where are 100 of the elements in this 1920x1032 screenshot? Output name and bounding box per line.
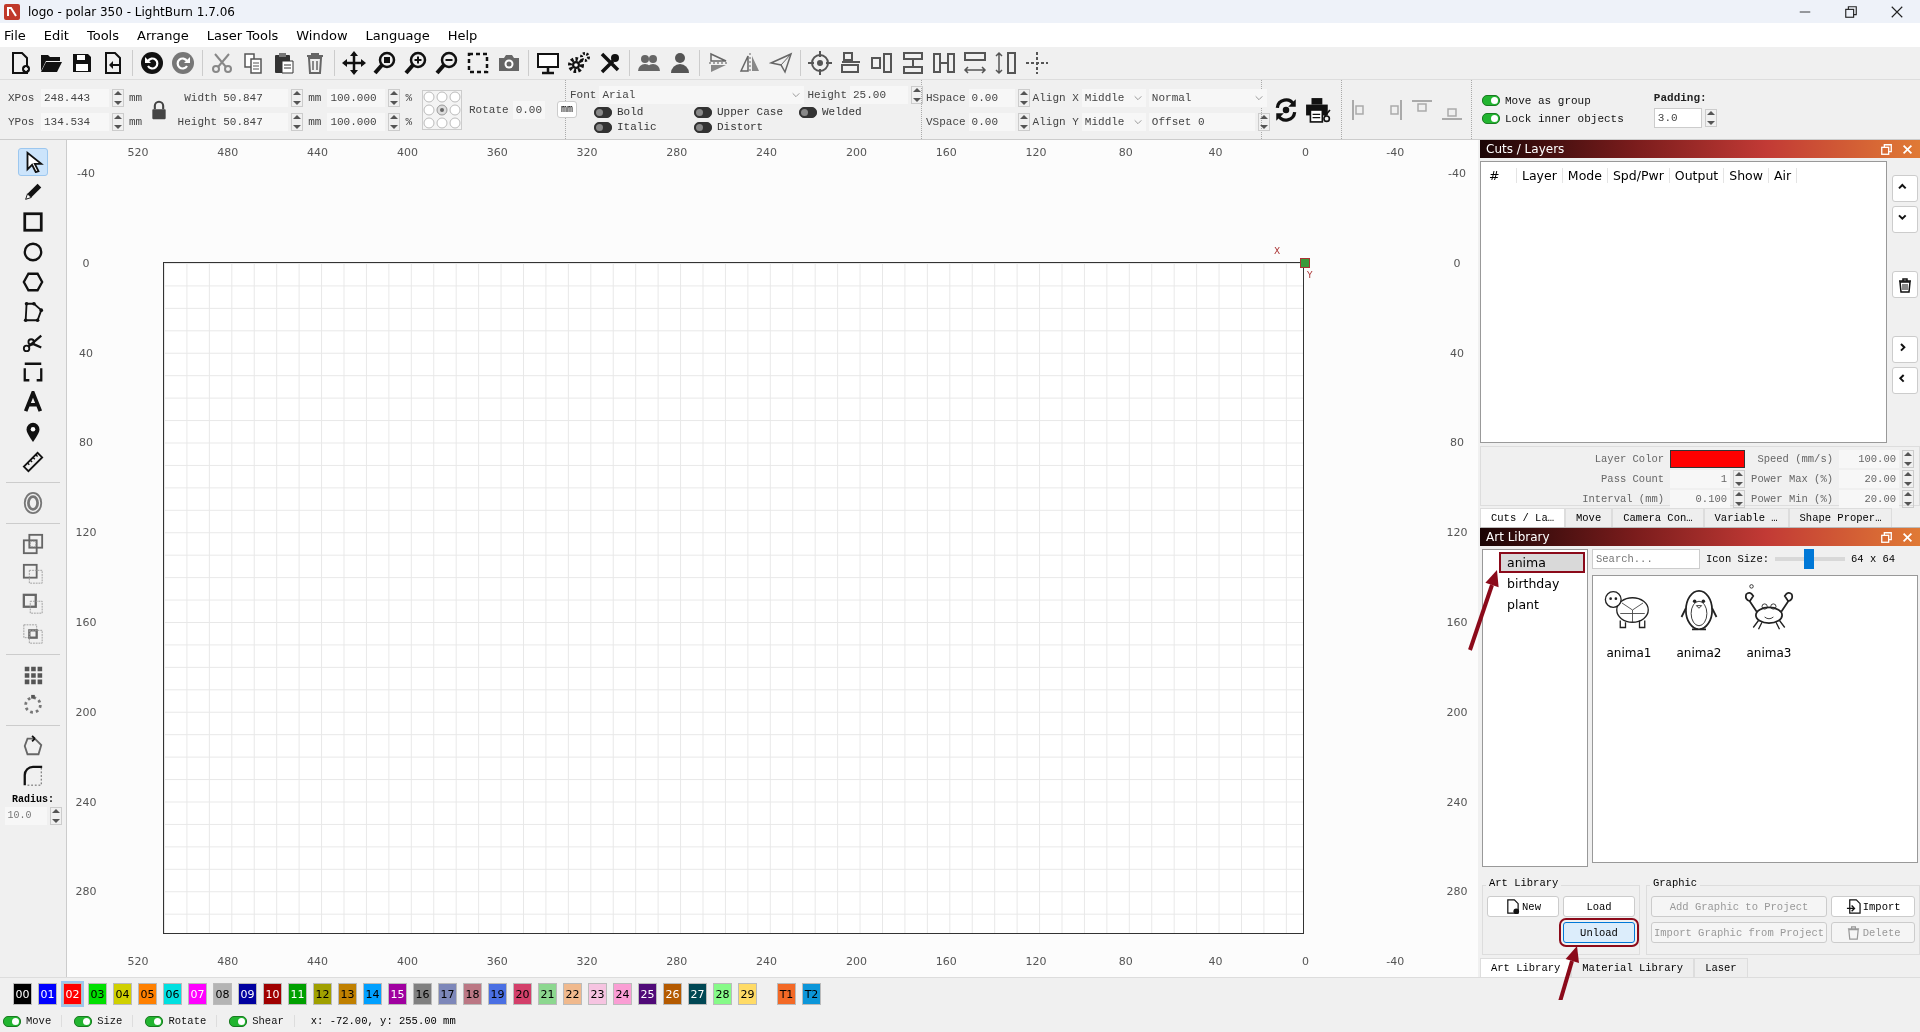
center-icon[interactable] — [1025, 51, 1049, 75]
number-field[interactable]: 248.443 — [41, 88, 109, 107]
graphic-button[interactable]: Import — [1831, 896, 1916, 917]
unit-button[interactable]: mm — [557, 101, 578, 118]
column-header[interactable]: Show — [1724, 167, 1769, 183]
search-field[interactable]: Search... — [1592, 549, 1700, 569]
spin-arrows-icon[interactable] — [291, 112, 304, 131]
move-icon[interactable] — [342, 51, 366, 75]
panel-tab[interactable]: Move — [1565, 508, 1613, 527]
column-header[interactable]: Layer — [1517, 167, 1563, 183]
number-field[interactable]: 100.000 — [327, 88, 386, 107]
switch-icon[interactable] — [74, 1015, 93, 1027]
font-dropdown[interactable]: Arial — [599, 86, 805, 104]
menu-item[interactable]: Help — [447, 27, 478, 43]
toggle[interactable]: Bold — [594, 106, 694, 118]
switch-icon[interactable] — [594, 106, 612, 118]
art-item-label[interactable]: anima1 — [1606, 646, 1652, 660]
panel-tab[interactable]: Camera Con… — [1612, 508, 1704, 527]
color-swatch[interactable]: T2 — [802, 983, 821, 1005]
spin-arrows-icon[interactable] — [1733, 490, 1746, 508]
number-field[interactable]: 0.00 — [968, 88, 1015, 107]
expand-button[interactable] — [1892, 336, 1918, 363]
toggle[interactable]: Move as group — [1482, 94, 1624, 107]
layer-color-swatch[interactable] — [1670, 450, 1746, 468]
number-field[interactable]: 25.00 — [850, 86, 908, 104]
column-header[interactable]: Air — [1769, 167, 1798, 183]
color-swatch[interactable]: 13 — [338, 983, 357, 1005]
column-header[interactable]: Output — [1669, 167, 1725, 183]
float-icon[interactable] — [1880, 142, 1893, 156]
color-swatch[interactable]: 15 — [388, 983, 407, 1005]
color-swatch[interactable]: 22 — [563, 983, 582, 1005]
close-icon[interactable] — [1890, 4, 1904, 19]
offset-field[interactable]: Offset 0 — [1148, 112, 1255, 131]
spacing-icon[interactable] — [994, 51, 1018, 75]
category-item[interactable]: plant — [1499, 594, 1585, 615]
color-swatch[interactable]: 26 — [663, 983, 682, 1005]
panel-tab[interactable]: Art Library — [1480, 958, 1572, 977]
spin-arrows-icon[interactable] — [1704, 108, 1717, 127]
color-swatch[interactable]: 14 — [363, 983, 382, 1005]
dashed-frame-icon[interactable] — [466, 51, 490, 75]
spin-arrows-icon[interactable] — [112, 88, 124, 107]
color-swatch[interactable]: 00 — [13, 983, 32, 1005]
spin-arrows-icon[interactable] — [49, 807, 62, 825]
art-item-label[interactable]: anima2 — [1676, 646, 1722, 660]
menu-item[interactable]: Edit — [43, 27, 69, 43]
number-field[interactable]: 50.847 — [220, 88, 289, 107]
switch-icon[interactable] — [694, 106, 712, 118]
trash-icon[interactable] — [1897, 276, 1913, 293]
menu-item[interactable]: Window — [296, 27, 348, 43]
column-header[interactable]: # — [1481, 167, 1517, 183]
monitor-icon[interactable] — [536, 51, 560, 75]
color-swatch[interactable]: 05 — [138, 983, 157, 1005]
spin-arrows-icon[interactable] — [291, 88, 304, 107]
color-swatch[interactable]: 09 — [238, 983, 257, 1005]
category-item[interactable]: anima — [1499, 552, 1585, 573]
zoom-out-icon[interactable] — [435, 51, 459, 75]
align-dropdown[interactable]: Middle — [1081, 88, 1146, 107]
toggle[interactable]: Welded — [799, 106, 899, 118]
toggle[interactable]: Size — [74, 1015, 134, 1027]
paper-plane-icon[interactable] — [769, 51, 793, 75]
delete-button[interactable] — [1892, 271, 1918, 298]
mirror-icon[interactable] — [738, 51, 762, 75]
color-swatch[interactable]: 17 — [438, 983, 457, 1005]
color-swatch[interactable]: 08 — [213, 983, 232, 1005]
library-button[interactable]: New — [1487, 896, 1559, 917]
number-field[interactable]: 100.000 — [327, 112, 386, 131]
spin-arrows-icon[interactable] — [1017, 88, 1030, 107]
spin-arrows-icon[interactable] — [911, 86, 923, 104]
column-header[interactable]: Mode — [1562, 167, 1608, 183]
panel-tab[interactable]: Material Library — [1571, 958, 1695, 977]
settings-icon[interactable] — [567, 51, 591, 75]
move-down-button[interactable] — [1892, 206, 1918, 233]
color-swatch[interactable]: 04 — [113, 983, 132, 1005]
align-icon[interactable] — [839, 51, 863, 75]
collapse-button[interactable] — [1892, 367, 1918, 394]
number-field[interactable]: 20.00 — [1839, 490, 1899, 508]
color-swatch[interactable]: 19 — [488, 983, 507, 1005]
number-field[interactable]: 0.00 — [512, 100, 546, 119]
spin-arrows-icon[interactable] — [112, 112, 124, 131]
color-swatch[interactable]: 28 — [713, 983, 732, 1005]
distribute-icon[interactable] — [901, 51, 925, 75]
color-swatch[interactable]: 18 — [463, 983, 482, 1005]
distribute-icon[interactable] — [932, 51, 956, 75]
zoom-selection-icon[interactable] — [373, 51, 397, 75]
color-swatch[interactable]: 21 — [538, 983, 557, 1005]
panel-tab[interactable]: Shape Proper… — [1788, 508, 1893, 527]
toggle[interactable]: Move — [3, 1015, 63, 1027]
number-field[interactable]: 134.534 — [41, 112, 109, 131]
menu-item[interactable]: Laser Tools — [206, 27, 279, 43]
panel-tab[interactable]: Variable … — [1703, 508, 1789, 527]
switch-icon[interactable] — [229, 1015, 248, 1027]
toggle[interactable]: Upper Case — [694, 106, 799, 118]
color-swatch[interactable]: 16 — [413, 983, 432, 1005]
menu-item[interactable]: Arrange — [137, 27, 189, 43]
menu-item[interactable]: Language — [365, 27, 430, 43]
spin-arrows-icon[interactable] — [1257, 112, 1270, 131]
color-swatch[interactable]: 23 — [588, 983, 607, 1005]
restore-icon[interactable] — [1844, 4, 1858, 19]
toggle[interactable]: Lock inner objects — [1482, 112, 1624, 125]
number-field[interactable]: 10.0 — [4, 807, 47, 825]
